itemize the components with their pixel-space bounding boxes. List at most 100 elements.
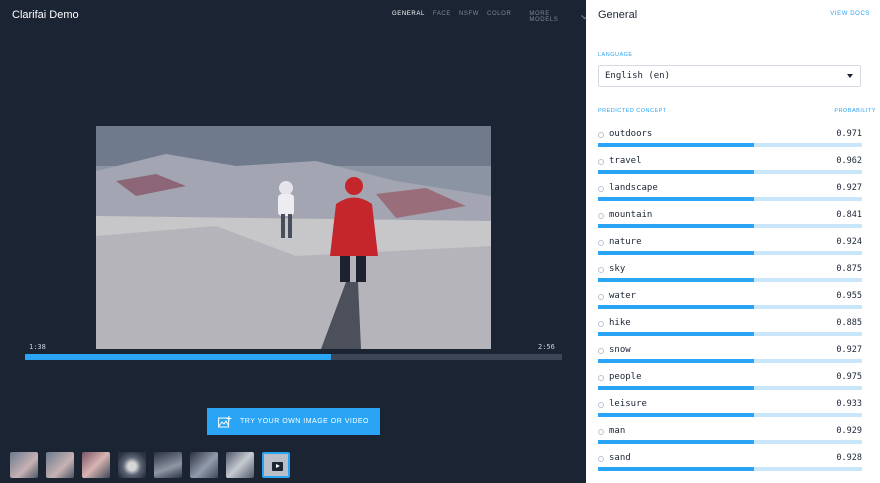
- concept-bullet-icon: [598, 159, 604, 165]
- probability-bar-fill: [598, 197, 754, 201]
- probability-bar-fill: [598, 143, 754, 147]
- concept-bullet-icon: [598, 213, 604, 219]
- thumbnail-1[interactable]: [10, 452, 38, 478]
- thumbnail-7[interactable]: [226, 452, 254, 478]
- concept-name: nature: [609, 237, 642, 247]
- concept-row[interactable]: man 0.929: [598, 420, 862, 447]
- probability-bar-fill: [598, 251, 754, 255]
- probability-bar-fill: [598, 278, 754, 282]
- video-play-icon: [272, 462, 283, 471]
- thumbnail-4[interactable]: [118, 452, 146, 478]
- more-models-label: MORE MODELS: [529, 11, 559, 23]
- concept-row[interactable]: sand 0.928: [598, 447, 862, 474]
- probability-bar: [598, 332, 862, 336]
- try-your-own-button[interactable]: TRY YOUR OWN IMAGE OR VIDEO: [207, 408, 380, 435]
- add-image-icon: [218, 415, 232, 427]
- probability-bar-fill: [598, 467, 754, 471]
- concept-probability: 0.885: [836, 318, 862, 328]
- concept-bullet-icon: [598, 348, 604, 354]
- language-value: English (en): [605, 71, 671, 81]
- concept-probability: 0.924: [836, 237, 862, 247]
- concept-row[interactable]: outdoors 0.971: [598, 123, 862, 150]
- thumbnail-6[interactable]: [190, 452, 218, 478]
- concept-row[interactable]: hike 0.885: [598, 312, 862, 339]
- concept-probability: 0.927: [836, 183, 862, 193]
- probability-bar: [598, 170, 862, 174]
- concept-name: outdoors: [609, 129, 653, 139]
- view-docs-link[interactable]: VIEW DOCS: [830, 11, 870, 17]
- concept-bullet-icon: [598, 456, 604, 462]
- probability-bar: [598, 359, 862, 363]
- concept-bullet-icon: [598, 402, 604, 408]
- probability-bar: [598, 251, 862, 255]
- concept-list: outdoors 0.971 travel 0.962 landscape 0.927 mo…: [598, 123, 862, 474]
- probability-bar-fill: [598, 332, 754, 336]
- concept-probability: 0.841: [836, 210, 862, 220]
- probability-bar-fill: [598, 224, 754, 228]
- concept-bullet-icon: [598, 429, 604, 435]
- try-your-own-label: TRY YOUR OWN IMAGE OR VIDEO: [239, 418, 370, 425]
- concept-probability: 0.875: [836, 264, 862, 274]
- concept-bullet-icon: [598, 186, 604, 192]
- concept-probability: 0.971: [836, 129, 862, 139]
- model-nav: GENERAL FACE NSFW COLOR MORE MODELS: [392, 11, 589, 23]
- concept-bullet-icon: [598, 375, 604, 381]
- more-models-button[interactable]: MORE MODELS: [529, 11, 589, 23]
- concept-probability: 0.975: [836, 372, 862, 382]
- concept-row[interactable]: leisure 0.933: [598, 393, 862, 420]
- probability-bar-fill: [598, 413, 754, 417]
- thumbnail-video-selected[interactable]: [262, 452, 290, 478]
- probability-bar-fill: [598, 440, 754, 444]
- concept-row[interactable]: nature 0.924: [598, 231, 862, 258]
- nav-nsfw[interactable]: NSFW: [459, 11, 479, 23]
- concept-probability: 0.927: [836, 345, 862, 355]
- concept-probability: 0.929: [836, 426, 862, 436]
- concept-bullet-icon: [598, 321, 604, 327]
- thumbnail-2[interactable]: [46, 452, 74, 478]
- nav-general[interactable]: GENERAL: [392, 11, 425, 23]
- media-area: Clarifai Demo GENERAL FACE NSFW COLOR MO…: [0, 0, 589, 483]
- concept-row[interactable]: travel 0.962: [598, 150, 862, 177]
- nav-color[interactable]: COLOR: [487, 11, 511, 23]
- concept-name: sand: [609, 453, 631, 463]
- concept-bullet-icon: [598, 294, 604, 300]
- probability-bar: [598, 440, 862, 444]
- concept-bullet-icon: [598, 267, 604, 273]
- concept-probability: 0.933: [836, 399, 862, 409]
- thumbnail-5[interactable]: [154, 452, 182, 478]
- probability-bar-fill: [598, 386, 754, 390]
- language-label: LANGUAGE: [598, 52, 633, 58]
- concept-row[interactable]: landscape 0.927: [598, 177, 862, 204]
- thumbnail-3[interactable]: [82, 452, 110, 478]
- panel-title: General: [598, 9, 638, 21]
- probability-bar-fill: [598, 305, 754, 309]
- concept-name: man: [609, 426, 626, 436]
- concept-row[interactable]: mountain 0.841: [598, 204, 862, 231]
- concept-name: snow: [609, 345, 631, 355]
- results-panel: General VIEW DOCS LANGUAGE English (en) …: [586, 0, 880, 483]
- probability-bar: [598, 386, 862, 390]
- concept-row[interactable]: sky 0.875: [598, 258, 862, 285]
- probability-bar: [598, 197, 862, 201]
- probability-bar: [598, 467, 862, 471]
- video-frame[interactable]: [96, 126, 491, 349]
- concept-row[interactable]: people 0.975: [598, 366, 862, 393]
- concept-row[interactable]: snow 0.927: [598, 339, 862, 366]
- caret-down-icon: [847, 74, 853, 78]
- predicted-concept-header: PREDICTED CONCEPT: [598, 108, 667, 114]
- probability-bar-fill: [598, 359, 754, 363]
- concept-name: sky: [609, 264, 626, 274]
- concept-bullet-icon: [598, 132, 604, 138]
- probability-bar: [598, 278, 862, 282]
- video-frame-image: [96, 126, 491, 349]
- video-progress-bar[interactable]: [25, 354, 562, 360]
- probability-bar: [598, 413, 862, 417]
- language-select[interactable]: English (en): [598, 65, 861, 87]
- nav-face[interactable]: FACE: [433, 11, 451, 23]
- concept-row[interactable]: water 0.955: [598, 285, 862, 312]
- probability-bar: [598, 143, 862, 147]
- probability-bar: [598, 224, 862, 228]
- concept-probability: 0.955: [836, 291, 862, 301]
- concept-name: landscape: [609, 183, 658, 193]
- probability-header: PROBABILITY: [834, 108, 876, 114]
